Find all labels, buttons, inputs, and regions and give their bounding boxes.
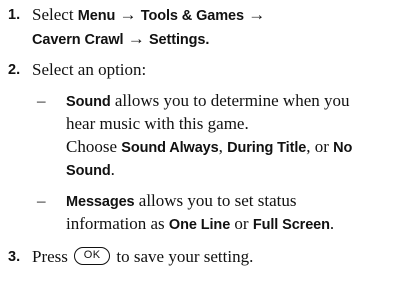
sound-end: . xyxy=(110,160,115,179)
cavern-crawl-label: Cavern Crawl xyxy=(32,32,124,48)
messages-option-line-2: information as One Line or Full Screen. xyxy=(66,213,334,236)
sound-desc-1: allows you to determine when you xyxy=(110,91,350,110)
arrow-icon: → xyxy=(115,5,141,24)
step-number-3: 3. xyxy=(8,249,21,265)
sound-option-line-3: Choose Sound Always, During Title, or No xyxy=(66,136,352,159)
step-1-line-2: Cavern Crawl → Settings. xyxy=(32,28,209,51)
dash-bullet: – xyxy=(37,91,46,110)
step-1-line-1: Select Menu → Tools & Games → xyxy=(32,4,265,27)
step-number-1: 1. xyxy=(8,7,21,23)
during-title-choice: During Title xyxy=(227,140,307,156)
tools-games-label: Tools & Games xyxy=(140,8,244,24)
messages-option-line-1: Messages allows you to set status xyxy=(66,190,297,213)
choose-text: Choose xyxy=(66,137,122,156)
sound-always-choice: Sound Always xyxy=(121,140,219,156)
sound-option-line-4: Sound. xyxy=(66,159,115,182)
settings-label: Settings xyxy=(148,32,206,48)
step-3-post: to save your setting. xyxy=(112,247,254,266)
sep: , xyxy=(218,137,228,156)
full-screen-choice: Full Screen xyxy=(252,217,330,233)
arrow-icon: → xyxy=(123,29,149,48)
sep: , or xyxy=(306,137,334,156)
sound-option-line-2: hear music with this game. xyxy=(66,114,249,133)
instructions-page: { "steps": [ { "number": "1.", "line1": … xyxy=(0,0,408,292)
no-sound-choice-part-1: No xyxy=(333,140,353,156)
step-2-text: Select an option: xyxy=(32,60,147,79)
step-1-end: . xyxy=(205,32,210,48)
step-1-pre: Select xyxy=(32,5,78,24)
messages-end: . xyxy=(329,214,335,233)
step-3-text: Press OK to save your setting. xyxy=(32,246,253,268)
arrow-icon: → xyxy=(243,5,266,24)
dash-bullet: – xyxy=(37,191,46,210)
messages-desc-2: information as xyxy=(66,214,169,233)
sound-option-line-1: Sound allows you to determine when you xyxy=(66,90,350,113)
messages-desc-1: allows you to set status xyxy=(134,191,297,210)
step-number-2: 2. xyxy=(8,62,21,78)
no-sound-choice-part-2: Sound xyxy=(66,163,111,179)
ok-key-icon: OK xyxy=(74,247,111,266)
menu-label: Menu xyxy=(77,8,116,24)
one-line-choice: One Line xyxy=(168,217,231,233)
sound-option-name: Sound xyxy=(66,94,111,110)
or-text: or xyxy=(230,214,253,233)
messages-option-name: Messages xyxy=(66,194,135,210)
step-3-pre: Press xyxy=(32,247,73,266)
ok-key-label: OK xyxy=(83,249,101,262)
